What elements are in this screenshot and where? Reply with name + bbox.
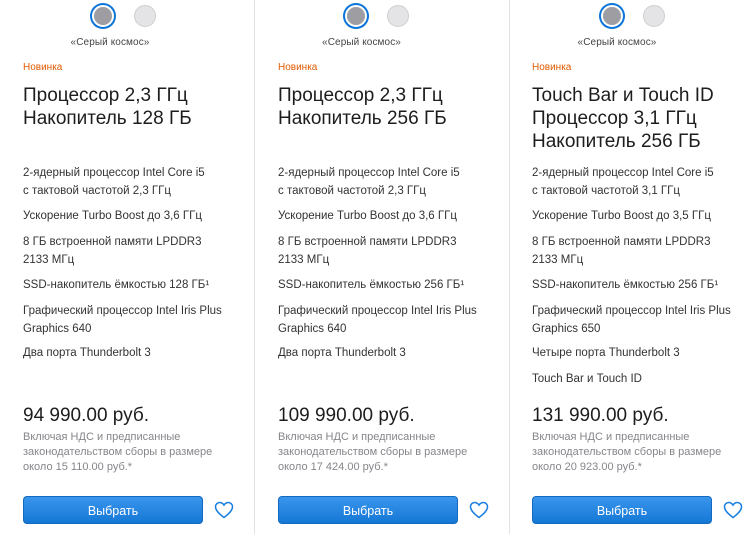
select-button[interactable]: Выбрать xyxy=(278,496,458,524)
title-line: Накопитель 128 ГБ xyxy=(23,108,192,129)
select-button[interactable]: Выбрать xyxy=(23,496,203,524)
spec-ssd: SSD-накопитель ёмкостью 256 ГБ¹ xyxy=(532,276,718,294)
spec-line: Графический процессор Intel Iris Plus xyxy=(23,305,222,317)
price: 94 990.00 руб. xyxy=(23,405,150,426)
space-gray-swatch[interactable] xyxy=(601,5,623,27)
spec-line: 2133 МГц xyxy=(532,254,584,266)
spec-line: Touch Bar и Touch ID xyxy=(532,373,642,385)
spec-line: Ускорение Turbo Boost до 3,6 ГГц xyxy=(278,210,457,222)
tax-note: Включая НДС и предписанные законодательс… xyxy=(23,430,248,475)
spec-ports: Два порта Thunderbolt 3 xyxy=(278,344,406,362)
space-gray-swatch[interactable] xyxy=(92,5,114,27)
spec-line: Graphics 640 xyxy=(23,323,92,335)
spec-touchbar: Touch Bar и Touch ID xyxy=(532,370,642,388)
product-column-1: «Серый космос» Новинка Процессор 2,3 ГГц… xyxy=(0,0,252,534)
price: 109 990.00 руб. xyxy=(278,405,415,426)
spec-line: 2-ядерный процессор Intel Core i5 xyxy=(532,167,714,179)
spec-turbo: Ускорение Turbo Boost до 3,6 ГГц xyxy=(278,207,457,225)
spec-line: с тактовой частотой 2,3 ГГц xyxy=(278,185,426,197)
spec-ports: Четыре порта Thunderbolt 3 xyxy=(532,344,680,362)
silver-swatch[interactable] xyxy=(134,5,156,27)
new-badge: Новинка xyxy=(532,62,572,73)
spec-ssd: SSD-накопитель ёмкостью 256 ГБ¹ xyxy=(278,276,464,294)
spec-line: 8 ГБ встроенной памяти LPDDR3 xyxy=(23,236,202,248)
tax-line: законодательством сборы в размере xyxy=(532,446,722,458)
spec-line: 2-ядерный процессор Intel Core i5 xyxy=(23,167,205,179)
heart-icon[interactable] xyxy=(723,501,743,519)
color-name: «Серый космос» xyxy=(322,37,401,48)
spec-memory: 8 ГБ встроенной памяти LPDDR3 2133 МГц xyxy=(278,233,456,269)
title-line: Процессор 2,3 ГГц xyxy=(23,85,188,106)
spec-gpu: Графический процессор Intel Iris Plus Gr… xyxy=(23,302,222,338)
spec-line: Два порта Thunderbolt 3 xyxy=(23,347,151,359)
heart-icon[interactable] xyxy=(469,501,489,519)
product-column-3: «Серый космос» Новинка Touch Bar и Touch… xyxy=(509,0,750,534)
spec-ports: Два порта Thunderbolt 3 xyxy=(23,344,151,362)
color-name: «Серый космос» xyxy=(577,37,657,48)
tax-line: Включая НДС и предписанные xyxy=(278,431,436,443)
spec-line: с тактовой частотой 3,1 ГГц xyxy=(532,185,680,197)
tax-line: Включая НДС и предписанные xyxy=(23,431,181,443)
tax-line: законодательством сборы в размере xyxy=(23,446,213,458)
spec-line: Graphics 640 xyxy=(278,323,347,335)
spec-line: 8 ГБ встроенной памяти LPDDR3 xyxy=(278,236,457,248)
tax-note: Включая НДС и предписанные законодательс… xyxy=(532,430,750,475)
spec-line: SSD-накопитель ёмкостью 128 ГБ¹ xyxy=(23,279,210,291)
title-line: Накопитель 256 ГБ xyxy=(278,108,447,129)
spec-gpu: Графический процессор Intel Iris Plus Gr… xyxy=(278,302,477,338)
spec-line: Четыре порта Thunderbolt 3 xyxy=(532,347,680,359)
tax-line: Включая НДС и предписанные xyxy=(532,431,690,443)
spec-line: 2133 МГц xyxy=(23,254,75,266)
title-line: Процессор 3,1 ГГц xyxy=(532,108,697,129)
spec-line: SSD-накопитель ёмкостью 256 ГБ¹ xyxy=(532,279,719,291)
product-title: Процессор 2,3 ГГц Накопитель 128 ГБ xyxy=(23,84,253,130)
spec-line: Ускорение Turbo Boost до 3,6 ГГц xyxy=(23,210,202,222)
spec-line: Graphics 650 xyxy=(532,323,601,335)
spec-line: 2133 МГц xyxy=(278,254,330,266)
spec-line: Ускорение Turbo Boost до 3,5 ГГц xyxy=(532,210,711,222)
tax-line: около 17 424.00 руб.* xyxy=(278,461,388,473)
spec-cpu: 2-ядерный процессор Intel Core i5 с такт… xyxy=(532,164,714,200)
heart-icon[interactable] xyxy=(214,501,234,519)
title-line: Процессор 2,3 ГГц xyxy=(278,85,443,106)
product-title: Touch Bar и Touch ID Процессор 3,1 ГГц Н… xyxy=(532,84,750,153)
new-badge: Новинка xyxy=(23,62,63,73)
spec-line: Два порта Thunderbolt 3 xyxy=(278,347,406,359)
tax-line: около 20 923.00 руб.* xyxy=(532,461,642,473)
spec-turbo: Ускорение Turbo Boost до 3,5 ГГц xyxy=(532,207,711,225)
spec-cpu: 2-ядерный процессор Intel Core i5 с такт… xyxy=(278,164,460,200)
spec-line: с тактовой частотой 2,3 ГГц xyxy=(23,185,171,197)
spec-cpu: 2-ядерный процессор Intel Core i5 с такт… xyxy=(23,164,205,200)
product-title: Процессор 2,3 ГГц Накопитель 256 ГБ xyxy=(278,84,508,130)
spec-line: 8 ГБ встроенной памяти LPDDR3 xyxy=(532,236,711,248)
color-name: «Серый космос» xyxy=(70,37,150,48)
spec-line: 2-ядерный процессор Intel Core i5 xyxy=(278,167,460,179)
space-gray-swatch[interactable] xyxy=(345,5,367,27)
title-line: Накопитель 256 ГБ xyxy=(532,131,701,152)
spec-turbo: Ускорение Turbo Boost до 3,6 ГГц xyxy=(23,207,202,225)
new-badge: Новинка xyxy=(278,62,318,73)
spec-ssd: SSD-накопитель ёмкостью 128 ГБ¹ xyxy=(23,276,209,294)
title-line: Touch Bar и Touch ID xyxy=(532,85,714,106)
spec-memory: 8 ГБ встроенной памяти LPDDR3 2133 МГц xyxy=(532,233,710,269)
tax-line: около 15 110.00 руб.* xyxy=(23,461,133,473)
silver-swatch[interactable] xyxy=(643,5,665,27)
spec-gpu: Графический процессор Intel Iris Plus Gr… xyxy=(532,302,731,338)
spec-line: SSD-накопитель ёмкостью 256 ГБ¹ xyxy=(278,279,465,291)
price: 131 990.00 руб. xyxy=(532,405,669,426)
product-column-2: «Серый космос» Новинка Процессор 2,3 ГГц… xyxy=(254,0,508,534)
select-button[interactable]: Выбрать xyxy=(532,496,712,524)
silver-swatch[interactable] xyxy=(387,5,409,27)
tax-note: Включая НДС и предписанные законодательс… xyxy=(278,430,503,475)
spec-memory: 8 ГБ встроенной памяти LPDDR3 2133 МГц xyxy=(23,233,201,269)
spec-line: Графический процессор Intel Iris Plus xyxy=(532,305,731,317)
spec-line: Графический процессор Intel Iris Plus xyxy=(278,305,477,317)
tax-line: законодательством сборы в размере xyxy=(278,446,468,458)
